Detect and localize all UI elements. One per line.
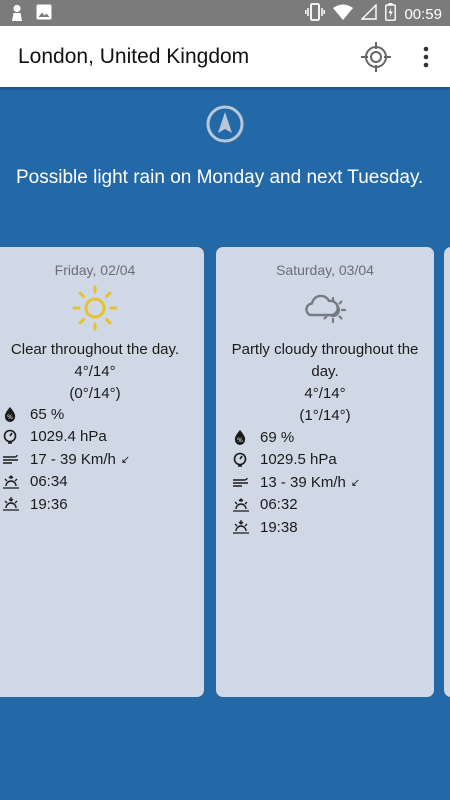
- wind-direction-icon: ↙: [120, 453, 131, 466]
- more-vert-icon: [423, 46, 429, 68]
- card-date: Friday, 02/04: [54, 262, 136, 278]
- pressure-row: 1029.5 hPa: [216, 449, 434, 472]
- battery-icon: [385, 3, 397, 26]
- wind-row: 13 - 39 Km/h ↙: [216, 471, 434, 494]
- weather-description: Partly cloudy throughout the day.: [231, 341, 419, 380]
- vibrate-icon: [305, 3, 326, 26]
- humidity-icon: %: [2, 406, 22, 423]
- sunset-time: 19:38: [260, 518, 298, 536]
- card-description: Clear throughout the day. 4°/14° (0°/14°…: [0, 339, 204, 405]
- status-bar: 00:59: [0, 0, 450, 26]
- overflow-menu-button[interactable]: [414, 42, 438, 72]
- sunset-time: 19:36: [30, 495, 68, 513]
- sunset-row: 19:36: [0, 493, 204, 516]
- clock: 00:59: [404, 5, 442, 23]
- day-card-friday[interactable]: Friday, 02/04 Clear throughout the day. …: [0, 247, 204, 697]
- humidity-icon: %: [232, 429, 252, 446]
- wind-row: 17 - 39 Km/h ↙: [0, 448, 204, 471]
- notification-icon: [10, 4, 24, 27]
- sunrise-row: 06:34: [0, 471, 204, 494]
- pressure-value: 1029.4 hPa: [30, 428, 107, 446]
- sunrise-row: 06:32: [216, 494, 434, 517]
- pressure-value: 1029.5 hPa: [260, 451, 337, 469]
- humidity-value: 69 %: [260, 428, 295, 446]
- temperature-range: 4°/14°: [74, 363, 116, 380]
- card-details: % 65 % 1029.4 hPa 17 - 39 Km/h ↙ 06:34 1…: [0, 403, 204, 516]
- image-icon: [36, 4, 52, 27]
- wind-value: 13 - 39 Km/h: [260, 473, 346, 491]
- sunset-icon: [2, 496, 22, 512]
- wifi-icon: [333, 4, 354, 25]
- wind-direction-icon: ↙: [350, 476, 361, 489]
- gps-target-icon: [361, 42, 391, 72]
- day-card-saturday[interactable]: Saturday, 03/04 Partly cloudy throughout…: [216, 247, 434, 697]
- weather-description: Clear throughout the day.: [10, 341, 180, 358]
- sun-icon: [72, 285, 118, 331]
- svg-text:%: %: [237, 437, 243, 444]
- sunrise-time: 06:32: [260, 496, 298, 514]
- card-description: Partly cloudy throughout the day. 4°/14°…: [216, 339, 434, 427]
- partly-cloudy-icon: [302, 285, 348, 331]
- humidity-row: % 69 %: [216, 426, 434, 449]
- compass-button[interactable]: [205, 104, 245, 144]
- humidity-row: % 65 %: [0, 403, 204, 426]
- humidity-value: 65 %: [30, 405, 65, 423]
- card-details: % 69 % 1029.5 hPa 13 - 39 Km/h ↙ 06:32 1…: [216, 426, 434, 539]
- sunset-row: 19:38: [216, 516, 434, 539]
- sunrise-time: 06:34: [30, 473, 68, 491]
- sunset-icon: [232, 519, 252, 535]
- wind-icon: [2, 451, 22, 467]
- sunrise-icon: [2, 474, 22, 490]
- pressure-gauge-icon: [232, 452, 252, 468]
- locate-button[interactable]: [360, 41, 392, 73]
- svg-text:%: %: [7, 414, 13, 421]
- forecast-summary: Possible light rain on Monday and next T…: [16, 167, 424, 188]
- wind-icon: [232, 474, 252, 490]
- day-card-next[interactable]: [444, 247, 450, 697]
- app-bar: London, United Kingdom: [0, 26, 450, 87]
- card-date: Saturday, 03/04: [276, 262, 374, 278]
- feels-like-range: (0°/14°): [69, 385, 121, 402]
- cell-signal-icon: [360, 3, 378, 25]
- pressure-row: 1029.4 hPa: [0, 426, 204, 449]
- feels-like-range: (1°/14°): [299, 407, 351, 424]
- compass-icon: [206, 105, 244, 143]
- temperature-range: 4°/14°: [304, 385, 346, 402]
- location-title: London, United Kingdom: [18, 45, 250, 68]
- pressure-gauge-icon: [2, 429, 22, 445]
- wind-value: 17 - 39 Km/h: [30, 450, 116, 468]
- sunrise-icon: [232, 497, 252, 513]
